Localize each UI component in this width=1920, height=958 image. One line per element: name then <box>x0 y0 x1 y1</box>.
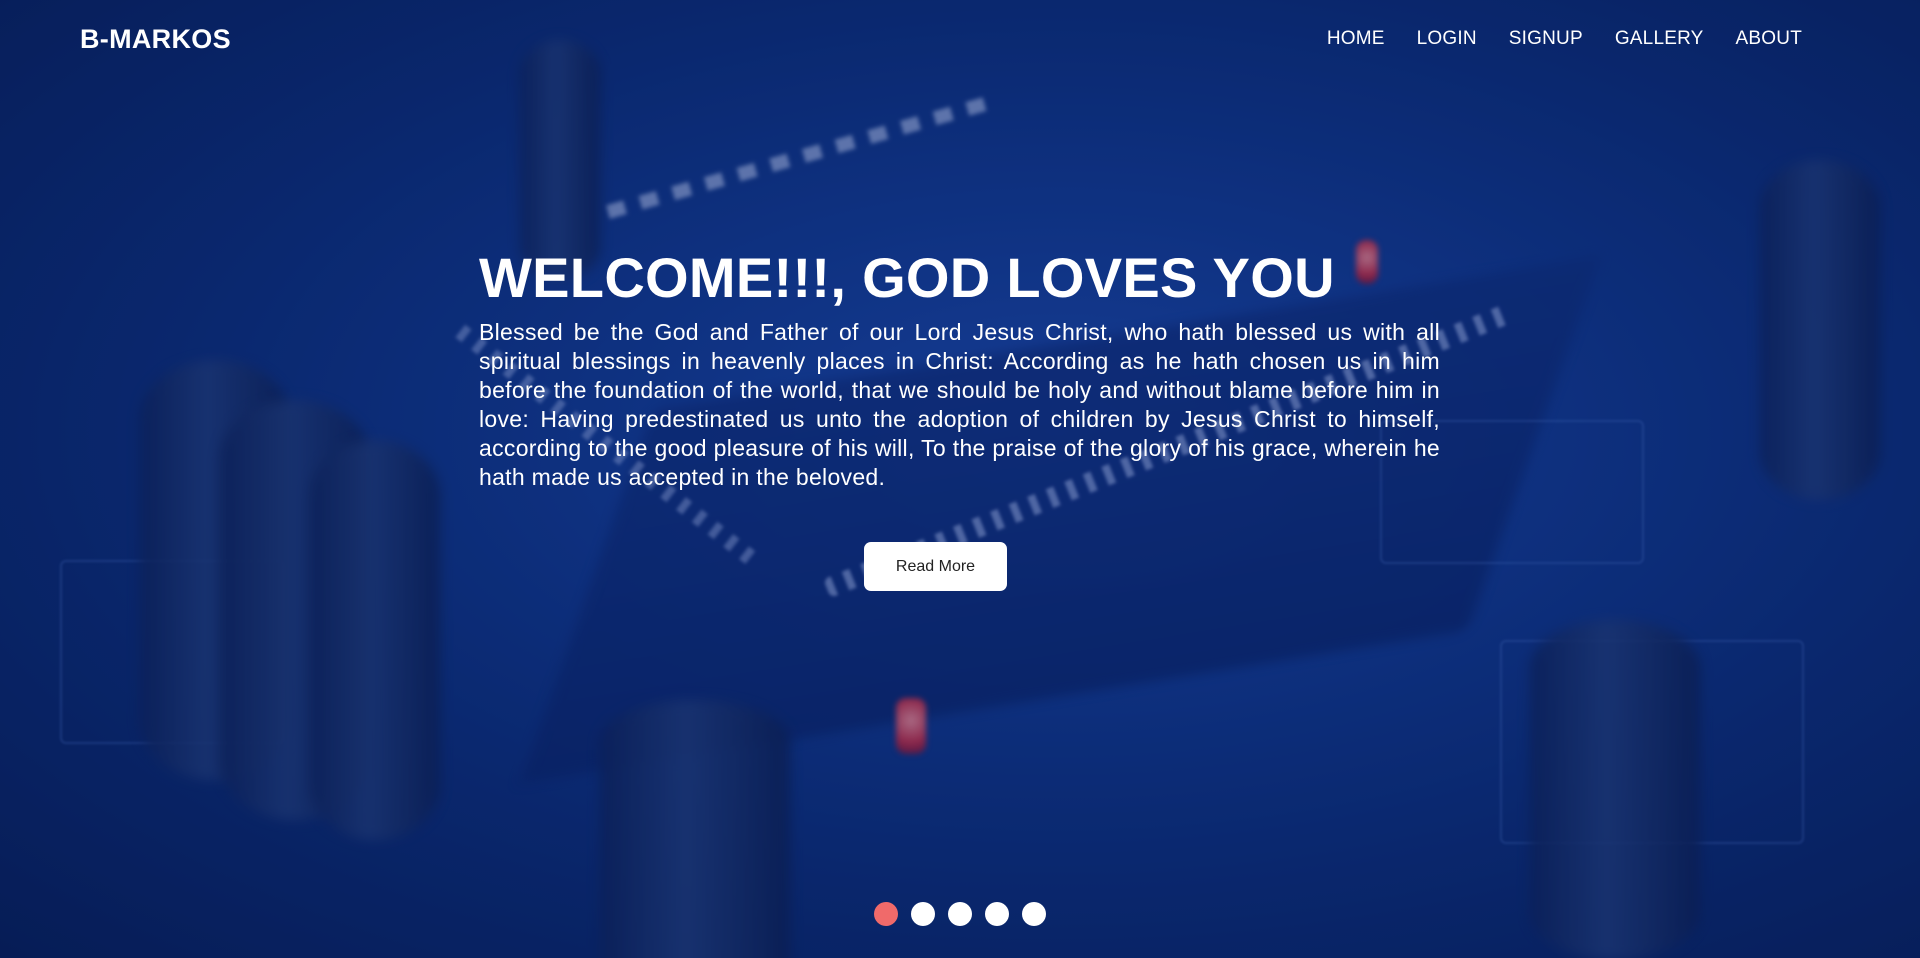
read-more-button[interactable]: Read More <box>864 542 1007 591</box>
hero-text: Blessed be the God and Father of our Lor… <box>479 319 1440 490</box>
carousel-indicators <box>874 902 1046 926</box>
nav-signup[interactable]: SIGNUP <box>1509 28 1583 50</box>
carousel-dot-1[interactable] <box>874 902 898 926</box>
nav-home[interactable]: HOME <box>1327 28 1385 50</box>
nav-about[interactable]: ABOUT <box>1736 28 1802 50</box>
hero-title: WELCOME!!!, GOD LOVES YOU <box>479 246 1335 309</box>
nav-login[interactable]: LOGIN <box>1417 28 1477 50</box>
carousel-dot-2[interactable] <box>911 902 935 926</box>
carousel-dot-4[interactable] <box>985 902 1009 926</box>
carousel-dot-3[interactable] <box>948 902 972 926</box>
nav-gallery[interactable]: GALLERY <box>1615 28 1704 50</box>
brand-logo[interactable]: B-MARKOS <box>80 24 231 55</box>
hero-section: WELCOME!!!, GOD LOVES YOU Blessed be the… <box>479 246 1440 492</box>
main-nav: HOME LOGIN SIGNUP GALLERY ABOUT <box>1295 28 1802 50</box>
carousel-dot-5[interactable] <box>1022 902 1046 926</box>
